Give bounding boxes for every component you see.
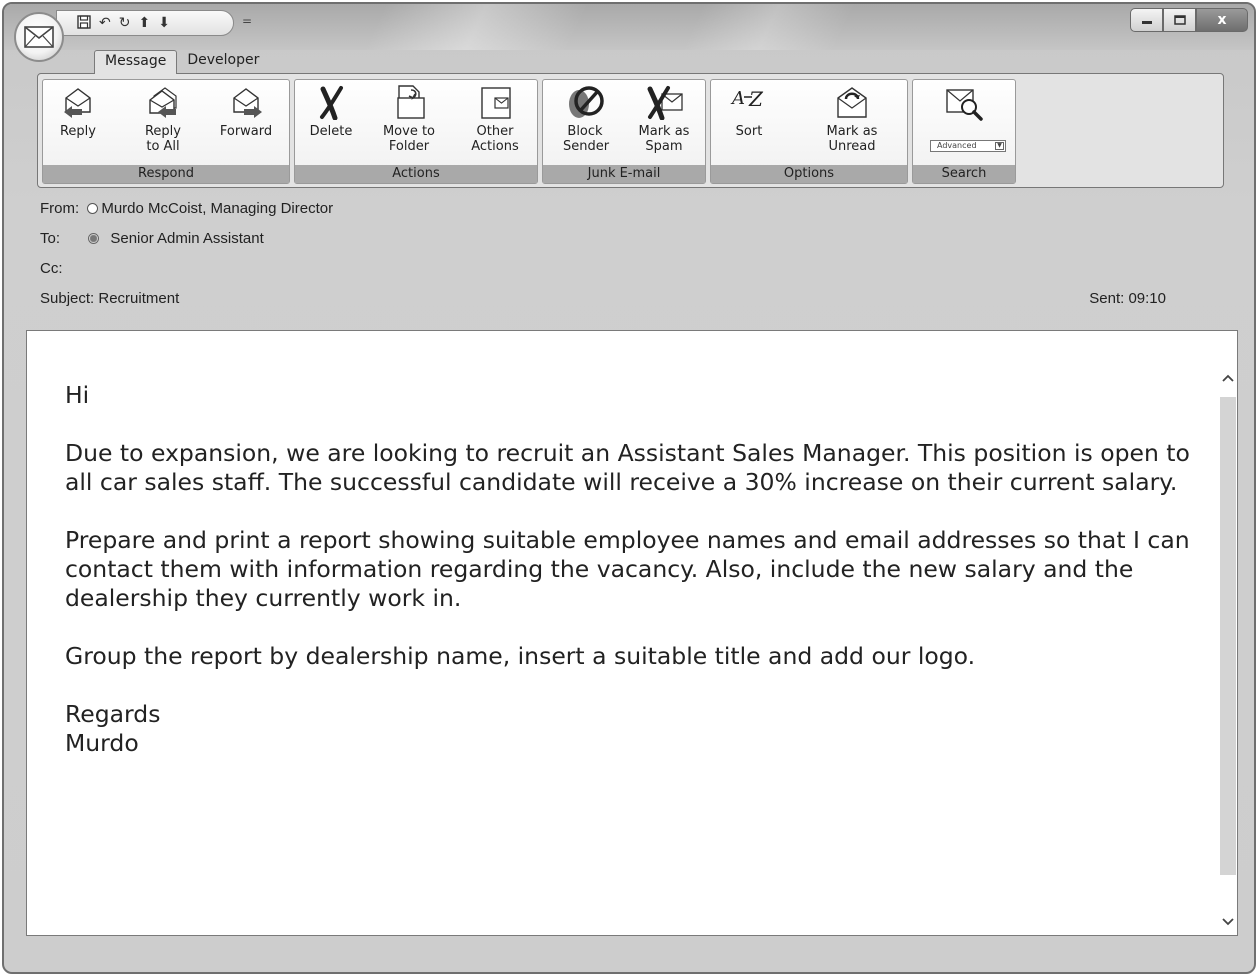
undo-icon[interactable]: ↶ <box>99 16 111 30</box>
actions-group-label: Actions <box>295 165 537 183</box>
sort-az-icon: A Z <box>730 87 764 111</box>
quick-access-toolbar: ↶ ↻ ⬆ ⬇ <box>56 10 234 36</box>
customize-toolbar-icon[interactable]: = <box>242 14 252 28</box>
ribbon: Reply Reply to All Forward Respond Delet… <box>37 73 1224 188</box>
presence-icon <box>87 203 99 214</box>
to-label: To: <box>40 230 61 247</box>
tab-message[interactable]: Message <box>94 50 178 74</box>
search-mail-icon <box>946 89 983 121</box>
reply-all-button[interactable]: Reply to All <box>127 84 199 154</box>
scrollbar-thumb[interactable] <box>1220 397 1236 875</box>
body-paragraph-1: Due to expansion, we are looking to recr… <box>65 439 1190 496</box>
options-group: A Z Sort Mark as Unread Options <box>710 79 908 184</box>
junk-email-group: Block Sender Mark as Spam Junk E-mail <box>542 79 706 184</box>
from-value[interactable]: Murdo McCoist, Managing Director <box>101 200 333 217</box>
block-sender-button[interactable]: Block Sender <box>555 84 615 154</box>
maximize-icon <box>1173 15 1186 25</box>
vertical-scrollbar[interactable] <box>1219 331 1237 935</box>
delete-icon <box>320 86 343 120</box>
svg-text:Z: Z <box>748 87 764 111</box>
advanced-search-select[interactable]: Advanced ▼ <box>930 140 1006 152</box>
reply-button[interactable]: Reply <box>48 84 108 139</box>
actions-group: Delete Move to Folder Other Actions Acti… <box>294 79 538 184</box>
reply-label: Reply <box>59 124 96 139</box>
scroll-down-icon[interactable] <box>1219 915 1237 935</box>
move-to-folder-icon <box>397 85 425 119</box>
app-menu-button[interactable] <box>14 12 64 62</box>
move-to-folder-button[interactable]: Move to Folder <box>379 84 439 154</box>
body-paragraph-2: Prepare and print a report showing suita… <box>65 526 1190 612</box>
minimize-button[interactable] <box>1130 8 1163 32</box>
message-body: Hi Due to expansion, we are looking to r… <box>65 381 1205 758</box>
close-button[interactable]: x <box>1196 8 1248 32</box>
reply-all-label: Reply to All <box>144 124 181 154</box>
subject-value: Recruitment <box>98 290 180 307</box>
subject-row: Subject: Recruitment Sent: 09:10 <box>40 284 1220 314</box>
body-signoff: Regards <box>65 700 161 728</box>
maximize-button[interactable] <box>1163 8 1196 32</box>
advanced-search-value: Advanced <box>937 141 977 150</box>
forward-button[interactable]: Forward <box>211 84 281 139</box>
sent-time: Sent: 09:10 <box>1089 290 1166 307</box>
forward-icon <box>233 88 262 118</box>
from-label: From: <box>40 200 80 217</box>
move-to-folder-label: Move to Folder <box>382 124 436 154</box>
body-greeting: Hi <box>65 381 90 409</box>
block-sender-label: Block Sender <box>563 124 610 154</box>
mark-as-spam-label: Mark as Spam <box>638 124 690 154</box>
cc-label: Cc: <box>40 260 63 277</box>
envelope-icon <box>24 26 54 48</box>
svg-text:A: A <box>730 88 745 109</box>
save-icon[interactable] <box>77 14 91 32</box>
other-actions-label: Other Actions <box>471 124 519 154</box>
search-group: Advanced ▼ Search <box>912 79 1016 184</box>
window-controls: x <box>1130 8 1248 32</box>
junk-email-group-label: Junk E-mail <box>543 165 705 183</box>
redo-icon[interactable]: ↻ <box>119 16 131 30</box>
message-body-pane[interactable]: Hi Due to expansion, we are looking to r… <box>26 330 1238 936</box>
minimize-icon <box>1141 21 1152 24</box>
mark-spam-icon <box>647 86 683 120</box>
mark-as-spam-button[interactable]: Mark as Spam <box>629 84 699 154</box>
chevron-down-icon: ▼ <box>995 142 1004 150</box>
body-signature: Murdo <box>65 729 139 757</box>
block-sender-icon <box>569 86 604 118</box>
other-actions-button[interactable]: Other Actions <box>459 84 531 154</box>
mail-window: ↶ ↻ ⬆ ⬇ = x Message Developer Reply Repl… <box>2 2 1256 974</box>
mark-unread-icon <box>837 87 867 118</box>
forward-label: Forward <box>219 124 273 139</box>
cc-row: Cc: <box>40 254 1220 284</box>
respond-group: Reply Reply to All Forward Respond <box>42 79 290 184</box>
other-actions-icon <box>481 87 511 119</box>
reply-icon <box>64 88 91 118</box>
search-group-label: Search <box>913 165 1015 183</box>
mark-as-unread-label: Mark as Unread <box>826 124 878 154</box>
body-paragraph-3: Group the report by dealership name, ins… <box>65 642 976 670</box>
options-group-label: Options <box>711 165 907 183</box>
previous-item-icon[interactable]: ⬆ <box>138 16 150 30</box>
delete-button[interactable]: Delete <box>301 84 361 139</box>
search-mail-button[interactable] <box>945 86 985 126</box>
message-header: From: Murdo McCoist, Managing Director T… <box>40 194 1220 314</box>
scroll-up-icon[interactable] <box>1219 371 1237 391</box>
reply-all-icon <box>149 87 177 118</box>
respond-group-label: Respond <box>43 165 289 183</box>
next-item-icon[interactable]: ⬇ <box>158 16 170 30</box>
delete-label: Delete <box>309 124 353 139</box>
subject-label: Subject: <box>40 290 95 307</box>
sort-label: Sort <box>735 124 763 139</box>
to-value[interactable]: Senior Admin Assistant <box>110 230 263 247</box>
to-row: To: Senior Admin Assistant <box>40 224 1220 254</box>
mark-as-unread-button[interactable]: Mark as Unread <box>813 84 891 154</box>
from-row: From: Murdo McCoist, Managing Director <box>40 194 1220 224</box>
tab-developer[interactable]: Developer <box>177 50 269 74</box>
presence-icon <box>88 233 100 244</box>
sort-button[interactable]: A Z Sort <box>719 84 779 139</box>
ribbon-tabs: Message Developer <box>94 50 269 74</box>
